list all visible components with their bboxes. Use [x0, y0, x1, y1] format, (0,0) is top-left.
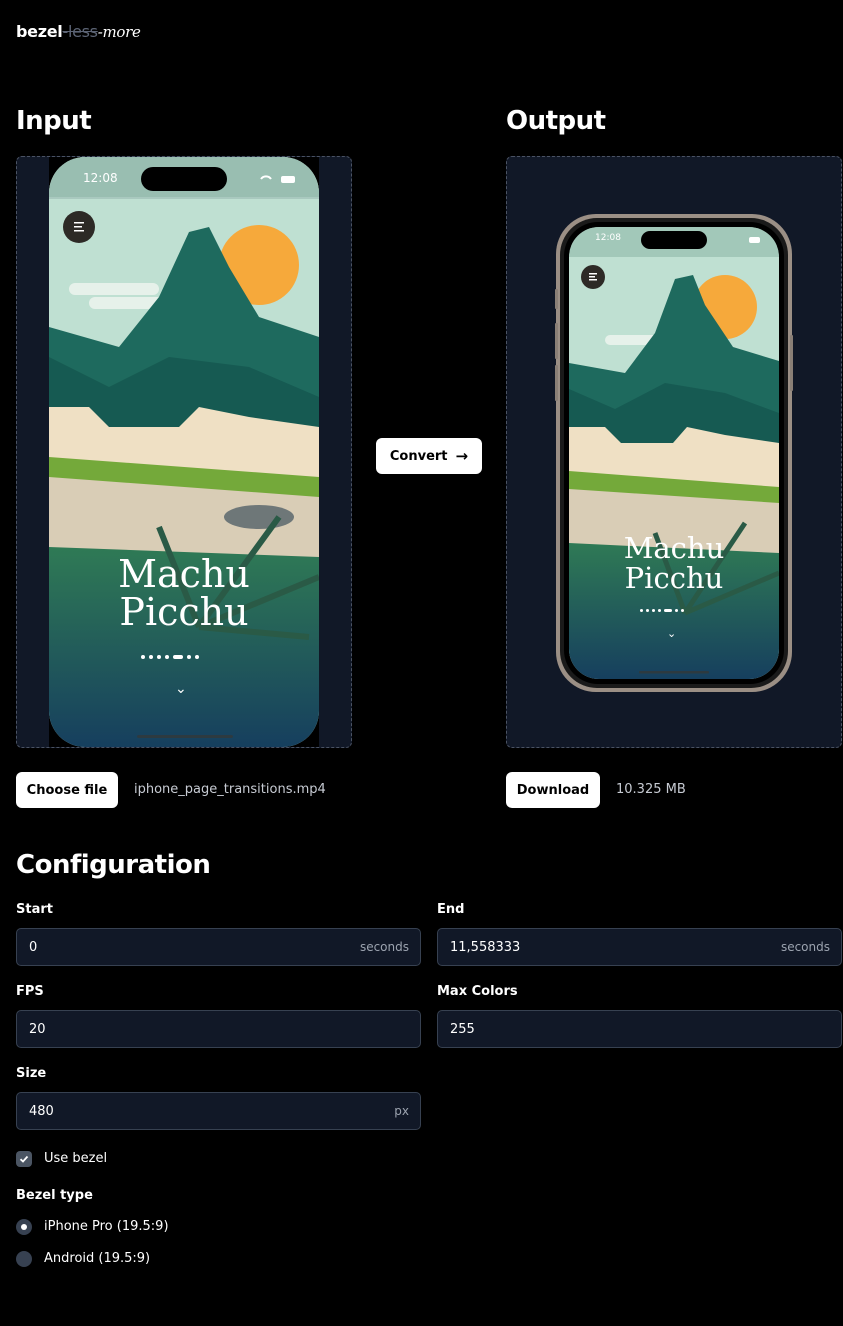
logo-part-less: -less: [62, 22, 98, 41]
use-bezel-checkbox[interactable]: [16, 1151, 32, 1167]
bezel-type-label: Bezel type: [16, 1188, 93, 1203]
input-page-dots: [141, 655, 199, 659]
max-colors-field[interactable]: [437, 1010, 842, 1048]
max-colors-label: Max Colors: [437, 984, 518, 999]
end-field[interactable]: seconds: [437, 928, 842, 966]
start-unit: seconds: [359, 940, 409, 954]
end-input[interactable]: [450, 929, 733, 965]
input-heading: Input: [16, 106, 92, 136]
bezel-type-radio-iphone[interactable]: [16, 1219, 32, 1235]
input-filename: iphone_page_transitions.mp4: [134, 782, 326, 797]
output-title-line1: Machu: [623, 531, 725, 565]
output-preview-panel: 12:08 Machu Picchu ⌄: [506, 156, 842, 748]
checkmark-icon: [19, 1155, 29, 1163]
logo-part-bezel: bezel: [16, 22, 63, 41]
start-field[interactable]: seconds: [16, 928, 421, 966]
app-logo: bezel-less-more: [16, 22, 141, 41]
download-button[interactable]: Download: [506, 772, 600, 808]
max-colors-input[interactable]: [450, 1011, 733, 1047]
start-input[interactable]: [29, 929, 312, 965]
output-chevron-down-icon: ⌄: [667, 627, 677, 640]
input-title-line2: Picchu: [119, 590, 249, 634]
input-status-time: 12:08: [83, 171, 118, 185]
fps-input[interactable]: [29, 1011, 312, 1047]
input-chevron-down-icon: ⌄: [175, 681, 187, 697]
choose-file-button[interactable]: Choose file: [16, 772, 118, 808]
choose-file-label: Choose file: [26, 782, 108, 798]
download-label: Download: [516, 782, 590, 798]
size-label: Size: [16, 1066, 47, 1081]
output-status-time: 12:08: [595, 233, 621, 243]
bezel-type-option-iphone: iPhone Pro (19.5:9): [44, 1219, 169, 1234]
logo-part-more: -more: [97, 23, 141, 41]
bezel-type-radio-android[interactable]: [16, 1251, 32, 1267]
output-filesize: 10.325 MB: [616, 782, 686, 797]
output-page-dots: [640, 609, 684, 612]
arrow-right-icon: →: [455, 447, 469, 465]
fps-field[interactable]: [16, 1010, 421, 1048]
convert-label: Convert: [389, 448, 448, 464]
end-label: End: [437, 902, 465, 917]
output-title-line2: Picchu: [624, 561, 724, 595]
use-bezel-label: Use bezel: [44, 1151, 108, 1166]
output-heading: Output: [506, 106, 606, 136]
input-phone-title: Machu Picchu: [49, 555, 319, 631]
convert-button[interactable]: Convert →: [376, 438, 482, 474]
input-drop-zone[interactable]: 12:08 Machu Picchu ⌄: [16, 156, 352, 748]
size-unit: px: [394, 1104, 409, 1118]
output-phone-title: Machu Picchu: [555, 533, 793, 593]
configuration-heading: Configuration: [16, 850, 211, 880]
fps-label: FPS: [16, 984, 44, 999]
size-field[interactable]: px: [16, 1092, 421, 1130]
size-input[interactable]: [29, 1093, 312, 1129]
end-unit: seconds: [780, 940, 830, 954]
output-video-preview: [555, 214, 793, 692]
start-label: Start: [16, 902, 53, 917]
bezel-type-option-android: Android (19.5:9): [44, 1251, 151, 1266]
input-title-line1: Machu: [118, 552, 250, 596]
